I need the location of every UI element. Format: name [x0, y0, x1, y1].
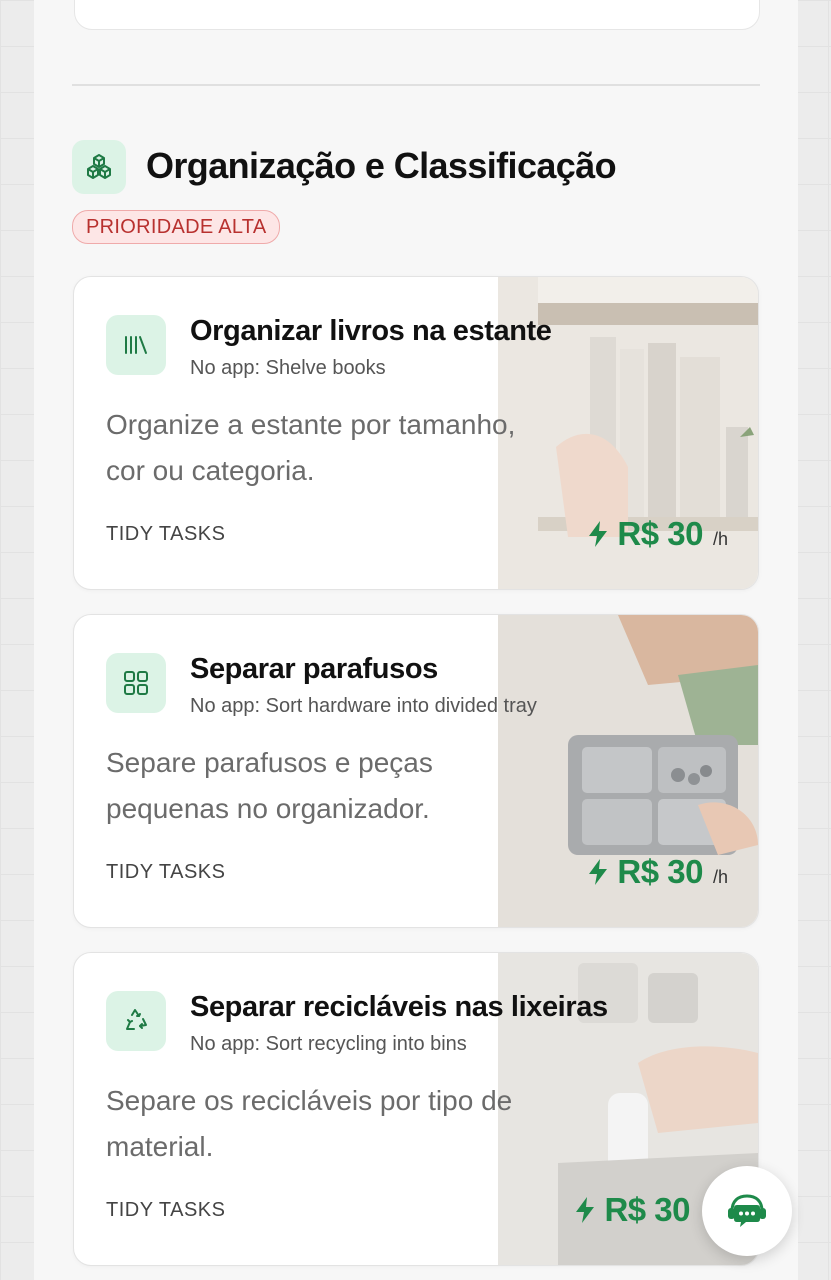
price-unit: /h	[712, 867, 728, 887]
task-card-sort-recycling[interactable]: Separar recicláveis nas lixeiras No app:…	[73, 952, 759, 1266]
section-title: Organização e Classificação	[146, 145, 617, 186]
grid-icon	[106, 653, 166, 713]
bolt-icon	[576, 1197, 595, 1223]
task-price: R$ 30 /h	[587, 853, 728, 891]
previous-task-card[interactable]	[74, 0, 760, 30]
task-provider: TIDY TASKS	[106, 1199, 226, 1221]
task-description: Organize a estante por tamanho, cor ou c…	[106, 409, 516, 486]
chat-support-icon	[728, 1194, 766, 1227]
task-title: Organizar livros na estante	[190, 315, 552, 347]
task-card-sort-hardware[interactable]: Separar parafusos No app: Sort hardware …	[73, 614, 759, 928]
price-value: R$ 30	[617, 515, 703, 552]
task-price: R$ 30 /h	[587, 515, 728, 553]
task-app-name: No app: Sort hardware into divided tray	[190, 695, 537, 717]
task-price: R$ 30	[574, 1191, 700, 1229]
priority-badge: PRIORIDADE ALTA	[72, 210, 281, 244]
price-value: R$ 30	[604, 1191, 690, 1228]
task-description: Separe parafusos e peças pequenas no org…	[106, 747, 433, 824]
task-title: Separar recicláveis nas lixeiras	[190, 991, 608, 1023]
bolt-icon	[589, 859, 608, 885]
task-app-name: No app: Shelve books	[190, 357, 386, 379]
task-card-shelve-books[interactable]: Organizar livros na estante No app: Shel…	[73, 276, 759, 590]
recycle-icon	[106, 991, 166, 1051]
task-list-panel: Organização e Classificação PRIORIDADE A…	[34, 0, 798, 1280]
task-app-name: No app: Sort recycling into bins	[190, 1033, 467, 1055]
cubes-icon	[72, 140, 126, 194]
section-divider	[72, 84, 760, 86]
task-provider: TIDY TASKS	[106, 861, 226, 883]
task-provider: TIDY TASKS	[106, 523, 226, 545]
task-description: Separe os recicláveis por tipo de materi…	[106, 1085, 513, 1162]
chat-support-button[interactable]	[702, 1166, 792, 1256]
task-title: Separar parafusos	[190, 653, 438, 685]
price-unit: /h	[712, 529, 728, 549]
price-value: R$ 30	[617, 853, 703, 890]
bolt-icon	[589, 521, 608, 547]
books-icon	[106, 315, 166, 375]
